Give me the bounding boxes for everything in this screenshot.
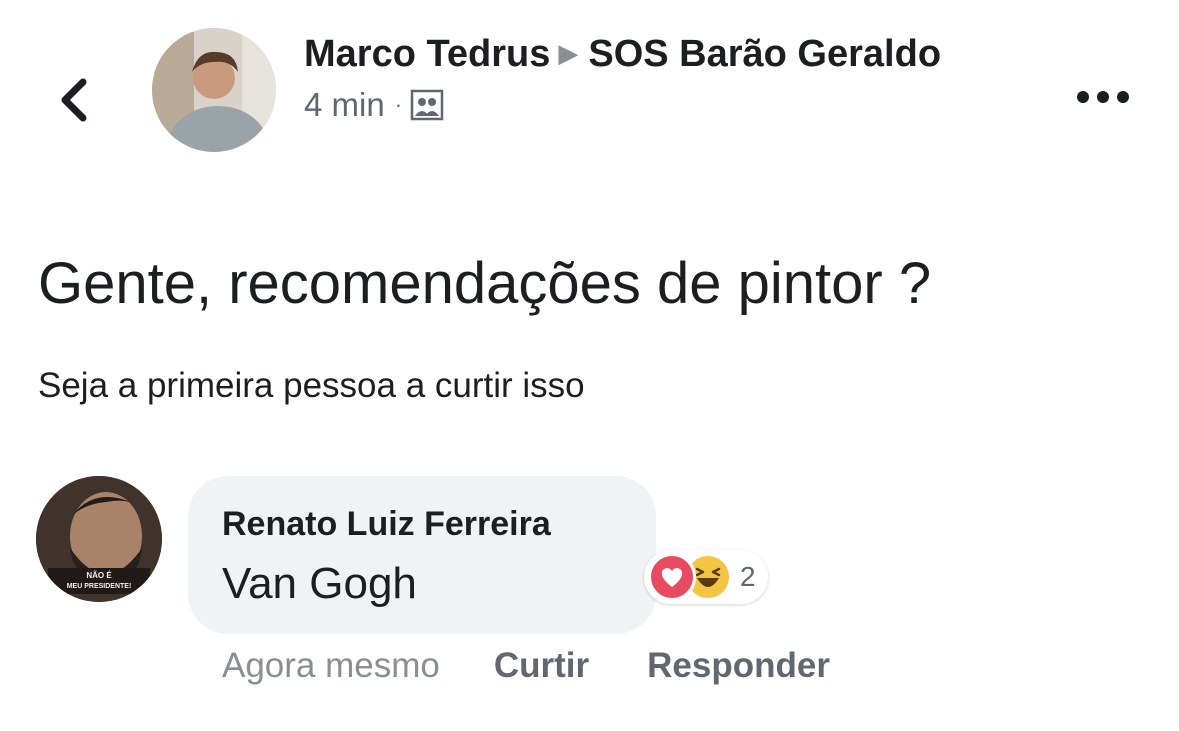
avatar-badge-line1: NÃO É	[86, 571, 112, 580]
post-meta: Marco Tedrus ▶ SOS Barão Geraldo 4 min ·	[304, 28, 944, 125]
comment-bubble[interactable]: Renato Luiz Ferreira Van Gogh	[188, 476, 656, 634]
group-icon	[410, 89, 444, 121]
back-button[interactable]	[52, 72, 96, 128]
avatar-badge-line2: MEU PRESIDENTE!	[67, 583, 132, 590]
like-button[interactable]: Curtir	[494, 640, 589, 692]
post-text: Gente, recomendações de pintor ?	[38, 251, 932, 316]
reply-button[interactable]: Responder	[647, 640, 830, 692]
likes-prompt[interactable]: Seja a primeira pessoa a curtir isso	[38, 362, 585, 410]
comment-actions: Agora mesmo Curtir Responder	[222, 640, 830, 692]
more-dots-icon	[1077, 91, 1129, 103]
author-avatar[interactable]	[152, 28, 276, 152]
commenter-avatar[interactable]: NÃO É MEU PRESIDENTE!	[36, 476, 162, 602]
post-time[interactable]: 4 min	[304, 86, 385, 124]
post-header: Marco Tedrus ▶ SOS Barão Geraldo	[304, 28, 944, 79]
separator: ·	[394, 92, 403, 117]
comment-reactions[interactable]: 2	[644, 550, 768, 604]
chevron-left-icon	[61, 78, 87, 122]
comment-time[interactable]: Agora mesmo	[222, 640, 440, 692]
more-options-button[interactable]	[1072, 82, 1134, 112]
post-screen: Marco Tedrus ▶ SOS Barão Geraldo 4 min · G…	[0, 0, 1179, 731]
love-icon	[648, 553, 696, 601]
group-name[interactable]: SOS Barão Geraldo	[588, 33, 941, 75]
author-avatar-photo	[152, 28, 276, 152]
comment-text: Van Gogh	[222, 559, 417, 608]
triangle-right-icon: ▶	[558, 38, 579, 68]
post-timestamp-row: 4 min ·	[304, 85, 944, 125]
author-name[interactable]: Marco Tedrus	[304, 33, 550, 75]
commenter-avatar-photo: NÃO É MEU PRESIDENTE!	[36, 476, 162, 602]
reaction-count: 2	[740, 561, 756, 592]
comment-author[interactable]: Renato Luiz Ferreira	[222, 502, 622, 546]
